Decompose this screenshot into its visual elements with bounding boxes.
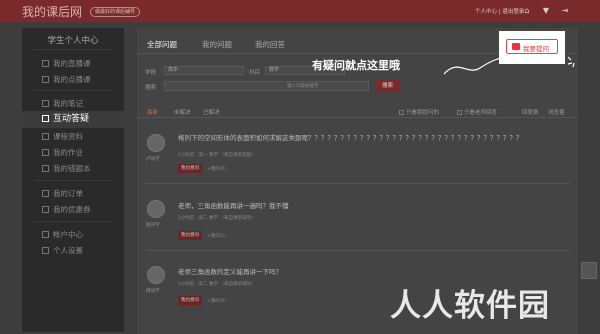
exit-icon[interactable]: ⇥	[560, 6, 570, 16]
homework-icon	[42, 149, 49, 156]
sort-unsolved[interactable]: 未解决	[174, 108, 191, 116]
top-header: 我的课后网 做最好的课后辅导 个人中心 | 退出登录 ⌂ ▼ ⇥	[0, 0, 600, 22]
user-name: 周同学	[146, 289, 160, 294]
sidebar-item-label: 我的直播课	[53, 59, 91, 68]
me-too-button[interactable]: 我也想问	[178, 164, 202, 173]
divider	[145, 250, 570, 251]
search-button[interactable]: 搜索	[375, 80, 400, 92]
sort-bar: 最新 未解决 已解决 只看我提问的 只看老师回答 回复数 浏览量	[137, 106, 578, 118]
sidebar-item-label: 课程资料	[53, 132, 83, 141]
sidebar-item-label: 我的优惠券	[53, 205, 91, 214]
sidebar: 学生个人中心 我的直播课 我的点播课 我的笔记 互动答疑 课程资料 我的作业 我…	[22, 28, 124, 332]
coupon-icon	[42, 206, 49, 213]
cart-icon[interactable]: ▼	[541, 6, 551, 16]
subject-select[interactable]: 高中	[164, 66, 244, 75]
course-label: 科目	[249, 70, 261, 76]
reply-count[interactable]: +我的(0)	[207, 298, 226, 304]
sidebar-item-label: 我的点播课	[53, 75, 91, 84]
sidebar-item-orders[interactable]: 我的订单	[42, 188, 83, 199]
question-title[interactable]: 老师，三角函数能再讲一遍吗？我不懂	[178, 200, 289, 210]
tab-all-questions[interactable]: 全部问题	[147, 39, 177, 50]
sidebar-item-account[interactable]: 帐户中心	[42, 229, 83, 240]
question-meta: 1小时前 · 高一 数学 （来自课后答疑）	[178, 153, 256, 158]
sidebar-item-materials[interactable]: 课程资料	[42, 131, 83, 142]
sidebar-title: 学生个人中心	[47, 36, 99, 46]
user-name: 卢同学	[146, 157, 160, 162]
checkbox-icon	[399, 110, 404, 115]
curved-arrow-icon	[443, 52, 512, 75]
sort-views[interactable]: 浏览量	[548, 108, 565, 116]
folder-icon	[42, 133, 49, 140]
user-links[interactable]: 个人中心 | 退出登录	[475, 7, 524, 15]
sidebar-item-qa[interactable]: 互动答疑	[22, 111, 124, 128]
brand-logo[interactable]: 我的课后网	[22, 3, 82, 20]
live-icon	[42, 60, 49, 67]
question-meta: 3小时前 · 高二 数学 （来自课后辅导）	[178, 282, 256, 287]
sidebar-item-settings[interactable]: 个人设置	[42, 245, 83, 256]
sidebar-item-label: 我的笔记	[53, 99, 83, 108]
sidebar-item-vod[interactable]: 我的点播课	[42, 74, 91, 85]
filter-mine-checkbox[interactable]: 只看我提问的	[399, 108, 439, 116]
checkbox-icon	[457, 110, 462, 115]
account-icon	[42, 231, 49, 238]
me-too-button[interactable]: 我也想问	[178, 231, 202, 240]
sort-latest[interactable]: 最新	[147, 108, 158, 116]
book-icon	[42, 165, 49, 172]
question-title[interactable]: 老师三角函数的定义能再讲一下吗？	[178, 266, 282, 276]
search-placeholder: 输入问题关键字	[287, 84, 319, 89]
sidebar-item-label: 个人设置	[53, 246, 83, 255]
ask-question-label: 我要提问	[523, 45, 549, 53]
sort-solved[interactable]: 已解决	[203, 108, 220, 116]
question-meta: 2小时前 · 高二 数学 （来自课后辅导）	[178, 216, 256, 221]
divider	[34, 180, 112, 181]
me-too-button[interactable]: 我也想问	[178, 296, 202, 305]
watermark: 人人软件园	[390, 288, 550, 324]
note-icon	[42, 100, 49, 107]
sidebar-item-coupons[interactable]: 我的优惠券	[42, 204, 91, 215]
brand-tagline: 做最好的课后辅导	[90, 7, 141, 17]
divider	[34, 90, 112, 91]
divider	[34, 49, 112, 50]
settings-icon	[42, 247, 49, 254]
order-icon	[42, 190, 49, 197]
divider	[34, 221, 112, 222]
tab-my-answers[interactable]: 我的回答	[255, 39, 285, 50]
hint-text: 有疑问就点这里哦	[312, 59, 400, 72]
sidebar-item-label: 帐户中心	[53, 230, 83, 239]
tab-my-questions[interactable]: 我的问题	[202, 39, 232, 50]
sidebar-item-mistakes[interactable]: 我的错题本	[42, 163, 91, 174]
sidebar-item-notes[interactable]: 我的笔记	[42, 98, 83, 109]
avatar	[147, 200, 165, 218]
qa-icon	[42, 115, 49, 122]
question-title[interactable]: 格列下的空间形体的表面积如何求解这类题呢？？？？？？？？？？？？？？？？？？？？…	[178, 132, 523, 142]
keyword-label: 搜索	[145, 85, 157, 91]
avatar	[147, 266, 165, 284]
sidebar-item-label: 我的订单	[53, 189, 83, 198]
filter-teacher-checkbox[interactable]: 只看老师回答	[457, 108, 497, 116]
sidebar-item-homework[interactable]: 我的作业	[42, 147, 83, 158]
checkbox-label: 只看老师回答	[464, 110, 498, 116]
subject-label: 学段	[145, 70, 157, 76]
home-icon[interactable]: ⌂	[522, 6, 532, 16]
sidebar-item-live[interactable]: 我的直播课	[42, 58, 91, 69]
side-float-button[interactable]	[581, 262, 597, 279]
sparkle-icon	[567, 56, 575, 68]
divider	[145, 183, 570, 184]
sidebar-item-label: 我的作业	[53, 148, 83, 157]
reply-count[interactable]: +我的(1)	[207, 233, 226, 239]
reply-count[interactable]: +我的(0)	[207, 166, 226, 172]
user-name: 赵同学	[146, 223, 160, 228]
sidebar-item-label: 互动答疑	[53, 114, 90, 124]
checkbox-label: 只看我提问的	[406, 110, 440, 116]
sidebar-item-label: 我的错题本	[53, 164, 91, 173]
avatar	[147, 134, 165, 152]
search-input[interactable]	[164, 81, 369, 91]
sort-replies[interactable]: 回复数	[522, 108, 539, 116]
video-icon	[42, 76, 49, 83]
